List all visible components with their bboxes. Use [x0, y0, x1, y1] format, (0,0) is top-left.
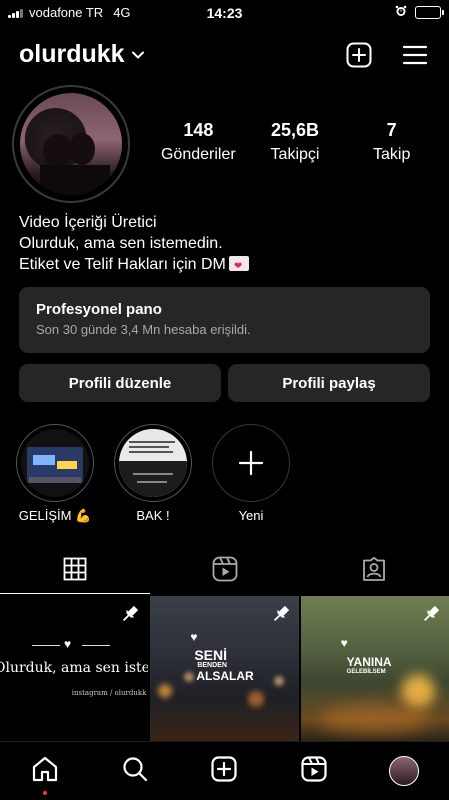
bottom-nav	[0, 741, 449, 800]
stat-label: Gönderiler	[160, 146, 236, 163]
stat-value: 25,6B	[270, 120, 320, 140]
bio-line: Olurduk, ama sen istemedin.	[19, 235, 223, 252]
heart-icon: ♥	[64, 637, 72, 651]
bio-category: Video İçeriği Üretici	[19, 214, 157, 231]
tab-grid[interactable]	[0, 548, 150, 594]
tab-reels[interactable]	[150, 548, 300, 594]
clock: 14:23	[206, 5, 243, 21]
profile-avatar	[20, 93, 122, 195]
profile-avatar	[389, 756, 420, 786]
status-bar: vodafone TR 4G 14:23	[0, 0, 449, 26]
share-profile-button[interactable]: Profili paylaş	[228, 364, 430, 402]
profile-stats: 148 Gönderiler 25,6B Takipçi 7 Takip	[150, 120, 440, 164]
nav-search[interactable]	[90, 742, 180, 800]
stat-value: 7	[386, 120, 397, 140]
post-tile[interactable]: ♥ SENİ BENDEN ALSALAR	[150, 596, 299, 741]
username: olurdukk	[19, 40, 125, 68]
post-tile[interactable]: ♥ YANINA GELEBİLSEM	[300, 596, 449, 741]
profile-avatar-ring[interactable]	[12, 85, 130, 203]
highlight-cover	[21, 429, 89, 497]
highlight-label: GELİŞİM 💪	[18, 508, 92, 523]
posts-grid: ♥ Olurduk, ama sen istemedin. instagram …	[0, 596, 449, 741]
divider	[82, 645, 110, 646]
divider	[32, 645, 60, 646]
bio-line-text: Etiket ve Telif Hakları için DM	[19, 256, 226, 273]
create-icon	[210, 755, 238, 788]
stat-posts[interactable]: 148 Gönderiler	[150, 120, 247, 164]
alarm-icon	[395, 5, 407, 20]
love-letter-icon	[228, 256, 249, 277]
search-icon	[121, 755, 149, 788]
home-icon	[31, 755, 59, 788]
nav-create[interactable]	[180, 742, 270, 800]
profile-tabs	[0, 548, 449, 594]
nav-profile[interactable]	[359, 742, 449, 800]
pin-icon	[120, 604, 140, 629]
stat-followers[interactable]: 25,6B Takipçi	[247, 120, 344, 164]
dashboard-title: Profesyonel pano	[36, 301, 162, 318]
grid-icon	[63, 557, 87, 586]
nav-reels[interactable]	[269, 742, 359, 800]
stat-label: Takip	[373, 146, 411, 163]
highlight-ring	[16, 424, 94, 502]
stat-following[interactable]: 7 Takip	[343, 120, 440, 164]
post-text: GELEBİLSEM	[346, 669, 386, 675]
pin-icon	[271, 604, 291, 629]
dashboard-subtitle: Son 30 günde 3,4 Mn hesaba erişildi.	[36, 322, 251, 337]
professional-dashboard[interactable]: Profesyonel pano Son 30 günde 3,4 Mn hes…	[19, 287, 430, 353]
post-text: SENİ	[194, 647, 228, 663]
tagged-icon	[361, 556, 387, 587]
tab-tagged[interactable]	[299, 548, 449, 594]
bio-line: Etiket ve Telif Hakları için DM	[19, 254, 249, 277]
highlight-ring	[212, 424, 290, 502]
add-post-icon[interactable]	[344, 40, 374, 70]
new-highlight-button[interactable]: Yeni	[211, 424, 291, 523]
battery-icon	[415, 6, 444, 19]
nav-home[interactable]	[0, 742, 90, 800]
highlight-item[interactable]: BAK !	[113, 424, 193, 523]
post-text: ALSALAR	[196, 669, 254, 683]
pin-icon	[421, 604, 441, 629]
account-switcher[interactable]: olurdukk	[19, 40, 145, 69]
chevron-down-icon	[131, 40, 145, 69]
highlight-ring	[114, 424, 192, 502]
post-source: instagram / olurdukk	[71, 689, 147, 697]
post-tile[interactable]: ♥ Olurduk, ama sen istemedin. instagram …	[0, 596, 149, 741]
notification-dot	[42, 791, 47, 795]
plus-icon	[217, 429, 285, 497]
highlight-cover	[119, 429, 187, 497]
post-caption: Olurduk, ama sen istemedin.	[0, 660, 149, 676]
menu-icon[interactable]	[400, 40, 430, 70]
stat-value: 148	[183, 120, 214, 140]
highlight-label: Yeni	[238, 508, 264, 523]
post-text: YANINA	[346, 655, 392, 669]
highlight-item[interactable]: GELİŞİM 💪	[15, 424, 95, 524]
stat-label: Takipçi	[270, 146, 320, 163]
heart-icon: ♥	[190, 630, 198, 644]
profile-header: olurdukk	[0, 36, 449, 76]
profile-bio: Video İçeriği Üretici Olurduk, ama sen i…	[19, 212, 249, 277]
reels-icon	[300, 755, 328, 788]
heart-icon: ♥	[340, 636, 348, 650]
post-text: BENDEN	[197, 662, 227, 669]
highlight-label: BAK !	[136, 508, 170, 523]
edit-profile-button[interactable]: Profili düzenle	[19, 364, 221, 402]
reels-icon	[212, 556, 238, 587]
